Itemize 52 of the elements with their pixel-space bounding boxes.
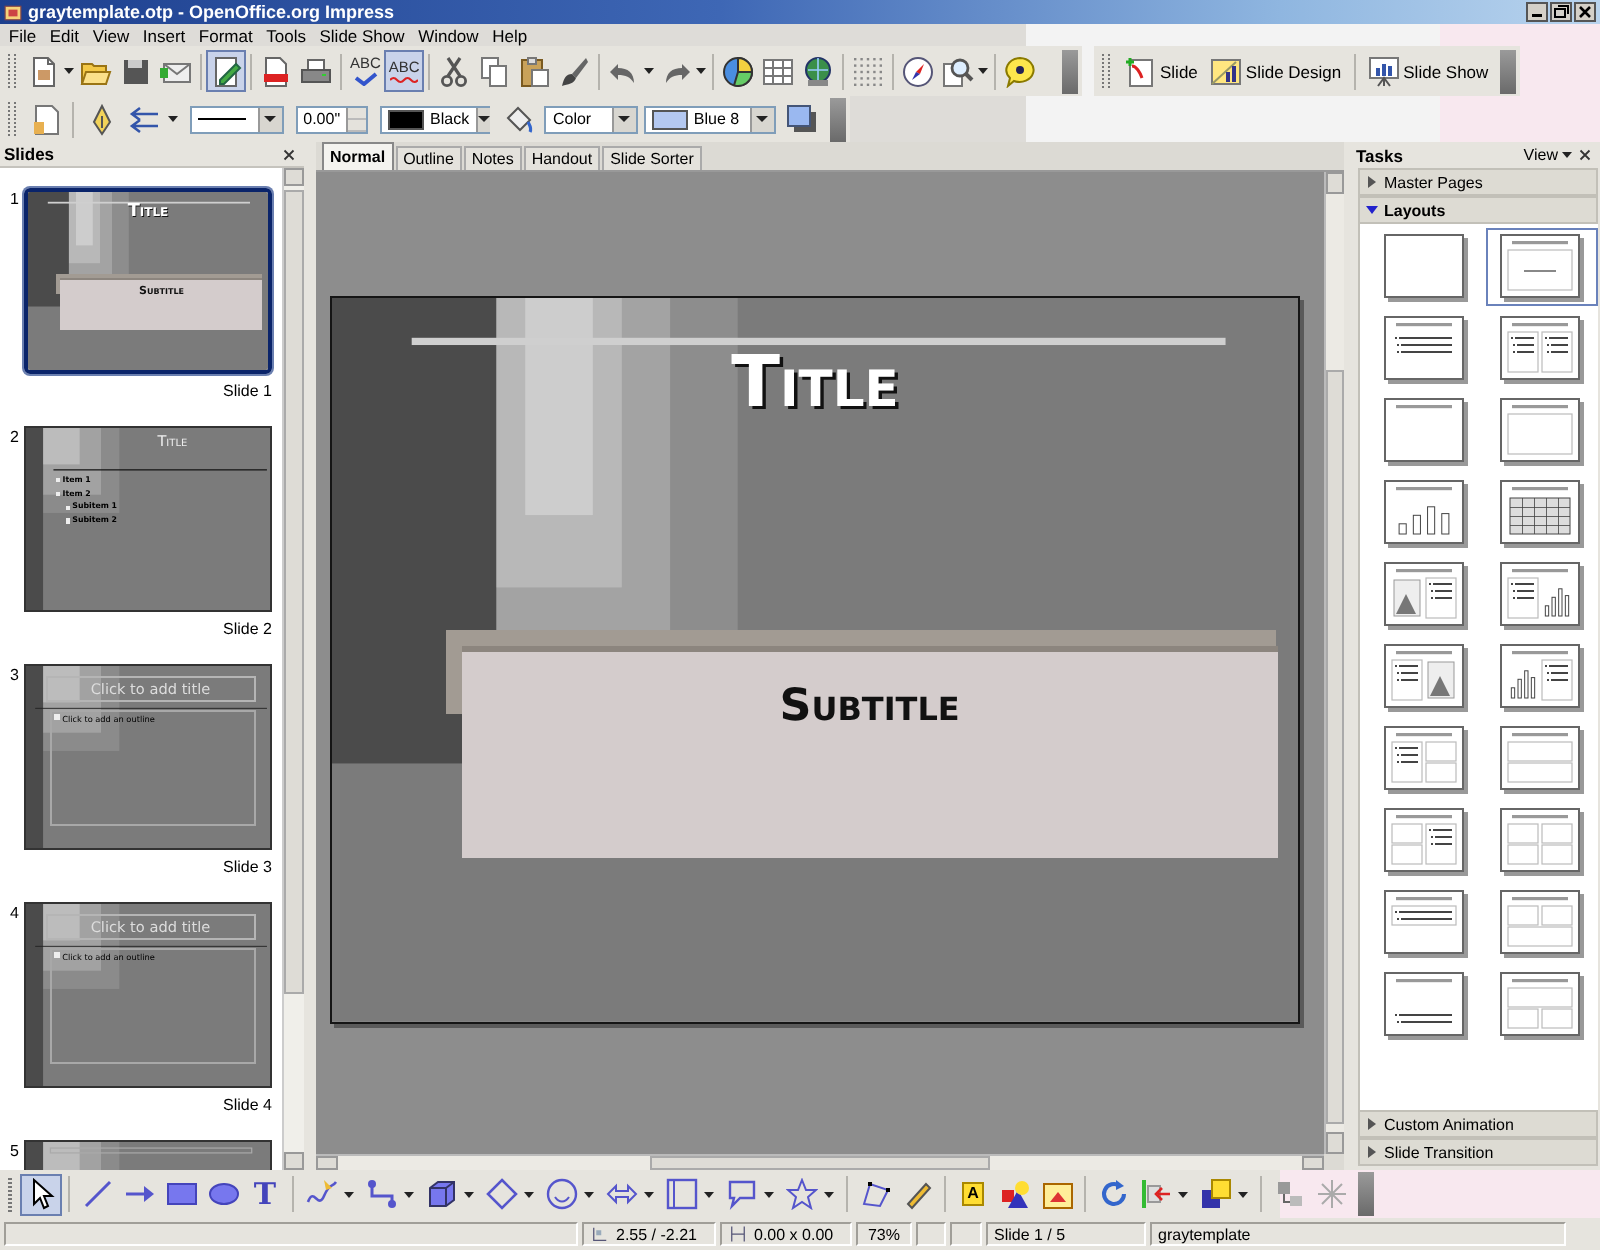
view-tab[interactable]: Notes xyxy=(463,146,522,170)
slide-title: Title xyxy=(127,202,169,224)
section-title: Master Pages xyxy=(1384,173,1483,191)
area-style-dropdown[interactable]: Color xyxy=(544,105,638,133)
slide-number: 2 xyxy=(8,428,21,446)
view-menu-button[interactable]: View xyxy=(1523,146,1558,164)
fontwork-button[interactable]: A xyxy=(952,1173,994,1215)
section-title: Layouts xyxy=(1384,201,1446,219)
slide-subtitle: Subtitle xyxy=(779,680,960,734)
area-color-dropdown[interactable]: Blue 8 xyxy=(643,105,776,133)
master-name: graytemplate xyxy=(1150,1222,1566,1246)
panel-section-header[interactable]: Master Pages xyxy=(1358,168,1598,196)
slide-caption: Slide 3 xyxy=(223,858,272,878)
menu-item[interactable]: Window xyxy=(411,25,486,45)
slide-caption: Slide 4 xyxy=(223,1096,272,1116)
slide-number: 5 xyxy=(8,1142,21,1160)
panel-section-header[interactable]: Slide Transition xyxy=(1358,1138,1598,1166)
size-readout: 0.00 x 0.00 xyxy=(754,1225,834,1243)
line-width-field[interactable]: 0.00" xyxy=(295,105,369,133)
zoom-readout: 73% xyxy=(856,1222,912,1246)
slide-title: Title xyxy=(731,341,899,428)
slide-number: 1 xyxy=(8,190,21,208)
view-tab[interactable]: Slide Sorter xyxy=(602,146,702,170)
menu-item[interactable]: Tools xyxy=(259,25,313,45)
panel-section-header[interactable]: Layouts xyxy=(1358,196,1598,224)
slide-show-button[interactable]: Slide Show xyxy=(1361,50,1495,92)
menu-item[interactable]: Edit xyxy=(42,25,86,45)
view-tab[interactable]: Handout xyxy=(523,146,601,170)
view-tab[interactable]: Outline xyxy=(395,146,462,170)
menu-item[interactable]: Insert xyxy=(135,25,193,45)
menu-item[interactable]: View xyxy=(85,25,136,45)
slide-number: 4 xyxy=(8,904,21,922)
text-tool-button[interactable]: T xyxy=(244,1173,286,1215)
section-title: Custom Animation xyxy=(1384,1115,1514,1133)
panel-section-header[interactable]: Custom Animation xyxy=(1358,1110,1598,1138)
view-tab[interactable]: Normal xyxy=(322,142,394,170)
window-title: graytemplate.otp - OpenOffice.org Impress xyxy=(28,2,395,22)
panel-title: Tasks xyxy=(1356,145,1405,165)
section-title: Slide Transition xyxy=(1384,1143,1494,1161)
panel-title: Slides xyxy=(4,144,55,164)
position-readout: 2.55 / -2.21 xyxy=(616,1225,697,1243)
slide-number: 3 xyxy=(8,666,21,684)
menu-item[interactable]: Format xyxy=(192,25,260,45)
slide-caption: Slide 1 xyxy=(223,382,272,402)
line-color-dropdown[interactable]: Black xyxy=(380,105,491,133)
slide-caption: Slide 2 xyxy=(223,620,272,640)
slide-design-button[interactable]: Slide Design xyxy=(1203,50,1348,92)
menu-item[interactable]: Help xyxy=(485,25,534,45)
new-slide-button[interactable]: Slide xyxy=(1118,50,1204,92)
menu-item[interactable]: Slide Show xyxy=(312,25,412,45)
slide-readout: Slide 1 / 5 xyxy=(986,1222,1146,1246)
menu-item[interactable]: File xyxy=(2,25,43,45)
